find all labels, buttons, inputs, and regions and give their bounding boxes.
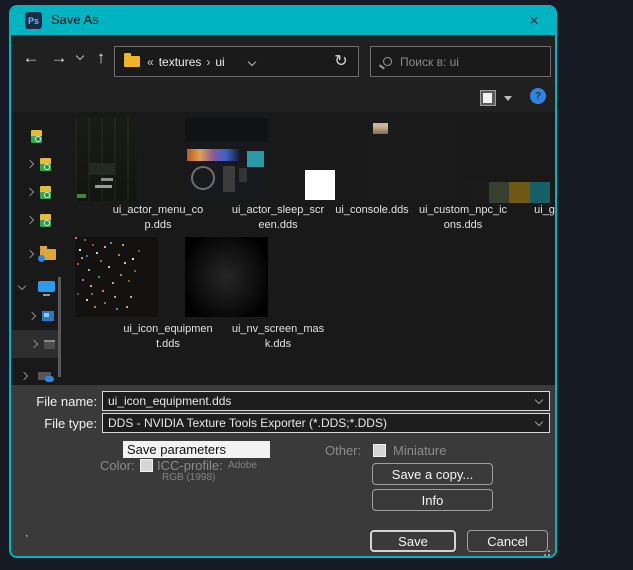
view-mode-dropdown-icon[interactable] [504, 96, 512, 101]
file-label[interactable]: ui_actor_sleep_screen.dds [231, 203, 325, 232]
file-label[interactable]: ui_actor_menu_cop.dds [111, 203, 205, 232]
save-parameters-header: Save parameters [123, 441, 270, 458]
view-toolbar: ? [11, 82, 555, 112]
synced-folder-icon [40, 157, 51, 171]
file-list: ui_actor_menu_cop.dds ui_actor_sleep_scr… [63, 112, 555, 385]
folder-sync-icon [38, 245, 56, 262]
breadcrumb-separator-icon: › [206, 54, 211, 69]
file-name-label: File name: [36, 394, 97, 409]
cancel-button[interactable]: Cancel [467, 530, 548, 552]
sidebar-item-drive-selected[interactable] [11, 330, 59, 358]
collapse-chevron-icon[interactable] [17, 281, 27, 291]
sidebar-item-quick-folder-3[interactable] [11, 180, 59, 204]
file-label[interactable]: ui_grid.dds [514, 203, 555, 218]
address-bar[interactable]: « textures › ui ↻ [114, 46, 359, 77]
folder-icon [124, 53, 140, 67]
save-button[interactable]: Save [370, 530, 456, 552]
file-name-input[interactable] [108, 394, 531, 408]
search-icon [383, 57, 392, 66]
navigation-sidebar [11, 112, 63, 385]
file-label[interactable]: ui_icon_equipment.dds [121, 322, 215, 351]
file-thumbnail-ui-custom-npc-icons[interactable] [370, 120, 453, 200]
drive-icon [44, 339, 55, 349]
photoshop-app-icon: Ps [25, 12, 42, 29]
view-mode-icon[interactable] [480, 90, 496, 106]
file-browser: ui_actor_menu_cop.dds ui_actor_sleep_scr… [11, 112, 555, 385]
breadcrumb-textures[interactable]: textures [159, 55, 202, 69]
expand-chevron-icon[interactable] [25, 187, 35, 197]
other-label: Other: [325, 443, 362, 458]
desktop-background: Ps Save As × ← → ↑ « textures › ui ↻ Пои… [0, 0, 633, 570]
dialog-title: Save As [51, 12, 99, 27]
file-thumbnail-ui-icon-equipment[interactable] [75, 237, 158, 317]
expand-chevron-icon[interactable] [25, 215, 35, 225]
file-type-combobox[interactable]: DDS - NVIDIA Texture Tools Exporter (*.D… [102, 413, 550, 433]
forward-button[interactable]: → [47, 46, 71, 70]
sidebar-item-this-pc[interactable] [11, 274, 59, 298]
back-button[interactable]: ← [19, 46, 43, 70]
file-type-label: File type: [44, 416, 97, 431]
breadcrumb-ui[interactable]: ui [215, 55, 224, 69]
expand-chevron-icon[interactable] [27, 311, 37, 321]
icc-profile-value-line1: Adobe [228, 460, 257, 471]
file-thumbnail-ui-grid[interactable] [468, 182, 550, 203]
address-dropdown-chevron-icon[interactable] [247, 57, 257, 67]
sidebar-item-folder[interactable] [11, 242, 59, 266]
file-thumbnail-ui-actor-sleep-screen[interactable] [185, 118, 268, 200]
recent-locations-chevron-icon[interactable] [75, 51, 85, 61]
file-type-value: DDS - NVIDIA Texture Tools Exporter (*.D… [108, 416, 387, 430]
file-thumbnail-ui-actor-menu-cop[interactable] [75, 118, 137, 201]
search-box[interactable] [370, 46, 551, 77]
expand-chevron-icon[interactable] [29, 339, 39, 349]
title-bar[interactable]: Ps Save As × [11, 7, 555, 35]
file-name-combobox[interactable] [102, 391, 550, 411]
navigation-toolbar: ← → ↑ « textures › ui ↻ [11, 35, 555, 82]
resize-grip[interactable] [548, 550, 550, 552]
synced-folder-icon [31, 129, 42, 143]
search-input[interactable] [400, 54, 530, 69]
expand-chevron-icon[interactable] [25, 159, 35, 169]
icc-profile-value-line2: RGB (1998) [162, 472, 216, 483]
chevron-down-icon[interactable] [534, 417, 544, 427]
chevron-down-icon[interactable] [534, 395, 544, 405]
synced-folder-icon [40, 213, 51, 227]
expand-chevron-icon[interactable] [19, 371, 29, 381]
save-a-copy-button[interactable]: Save a copy... [372, 463, 493, 485]
synced-folder-icon [40, 185, 51, 199]
sidebar-item-quick-folder-2[interactable] [11, 152, 59, 176]
miniature-label: Miniature [393, 443, 447, 458]
color-label: Color: [100, 458, 135, 473]
file-thumbnail-ui-console[interactable] [305, 170, 335, 200]
sidebar-item-network-drive[interactable] [11, 304, 59, 328]
sidebar-item-quick-folder-1[interactable] [11, 124, 59, 148]
miniature-checkbox[interactable] [373, 444, 386, 457]
stray-mark: , [25, 525, 29, 539]
file-thumbnail-ui-nv-screen-mask[interactable] [185, 237, 268, 317]
file-label[interactable]: ui_custom_npc_icons.dds [416, 203, 510, 232]
help-icon[interactable]: ? [530, 88, 546, 104]
icc-profile-label: ICC-profile: [157, 458, 223, 473]
icc-profile-checkbox[interactable] [140, 459, 153, 472]
up-button[interactable]: ↑ [89, 46, 113, 70]
this-pc-icon [38, 280, 55, 296]
close-icon[interactable]: × [519, 7, 549, 35]
sidebar-scrollbar[interactable] [58, 277, 61, 377]
expand-chevron-icon[interactable] [25, 249, 35, 259]
breadcrumb-prefix[interactable]: « [147, 55, 154, 69]
info-button[interactable]: Info [372, 489, 493, 511]
refresh-icon[interactable]: ↻ [330, 51, 352, 73]
file-label[interactable]: ui_nv_screen_mask.dds [231, 322, 325, 351]
save-as-dialog: Ps Save As × ← → ↑ « textures › ui ↻ Пои… [9, 5, 557, 558]
save-options-panel: File name: File type: DDS - NVIDIA Textu… [11, 385, 555, 556]
network-pc-icon [42, 311, 54, 321]
cloud-drive-icon [38, 372, 54, 382]
sidebar-item-quick-folder-4[interactable] [11, 208, 59, 232]
file-label[interactable]: ui_console.dds [325, 203, 419, 218]
